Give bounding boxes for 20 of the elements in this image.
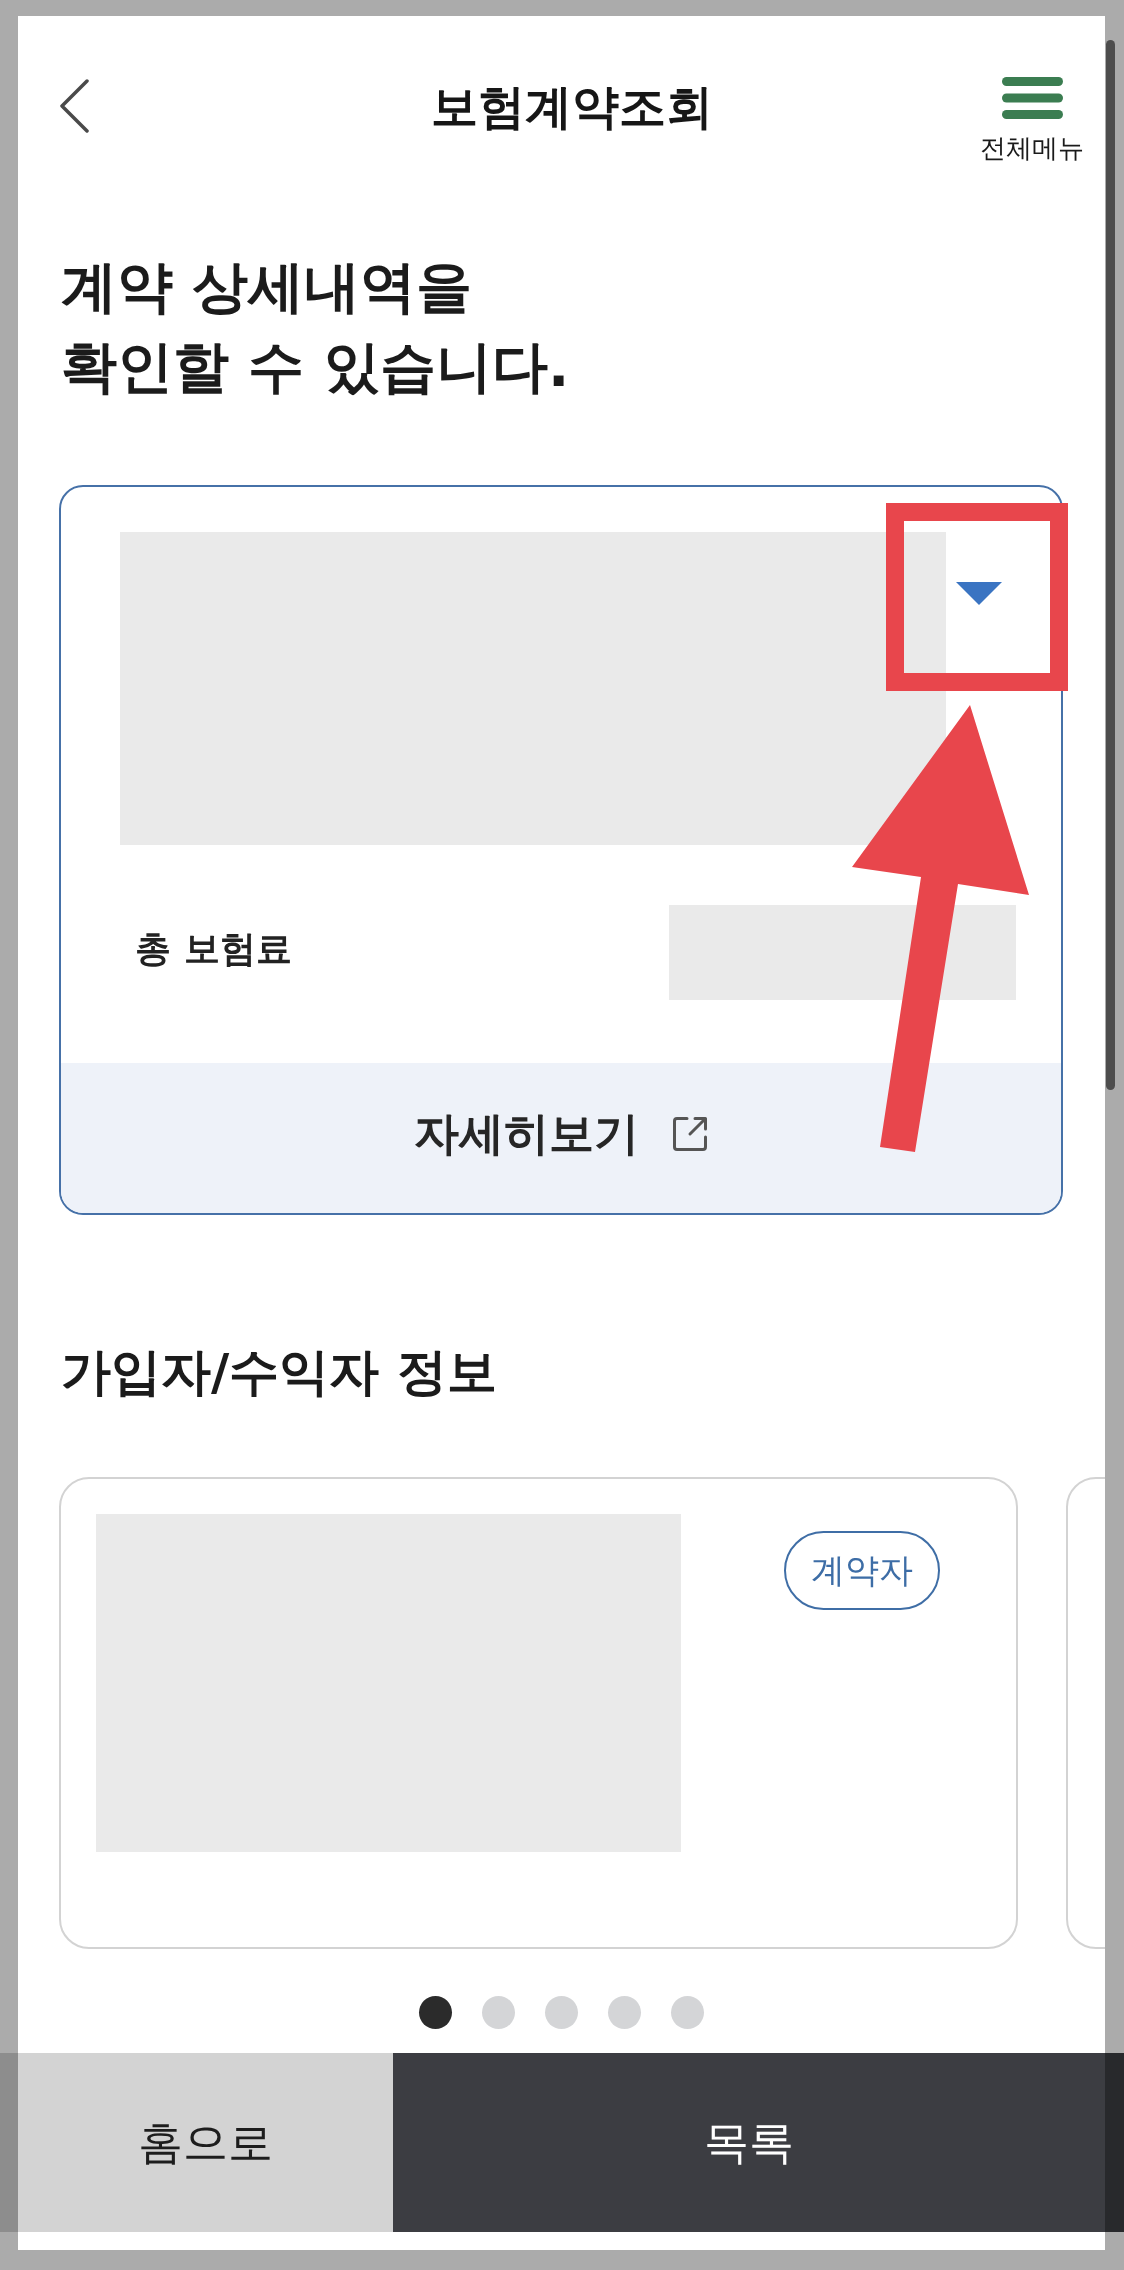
dropdown-caret-icon[interactable] [956, 582, 1002, 605]
page-dot[interactable] [482, 1996, 515, 2029]
page-dot[interactable] [608, 1996, 641, 2029]
menu-button[interactable]: 전체메뉴 [980, 77, 1084, 164]
party-card[interactable]: 계약자 [59, 1477, 1018, 1949]
page-heading: 계약 상세내역을 확인할 수 있습니다. [61, 253, 571, 401]
role-badge: 계약자 [784, 1531, 940, 1610]
external-link-icon [670, 1115, 709, 1153]
menu-icon [1001, 77, 1063, 119]
section-title: 가입자/수익자 정보 [61, 1342, 498, 1402]
page-dot[interactable] [419, 1996, 452, 2029]
page-dot[interactable] [671, 1996, 704, 2029]
details-button[interactable]: 자세히보기 [61, 1063, 1061, 1213]
home-button[interactable]: 홈으로 [0, 2053, 393, 2232]
back-icon[interactable] [59, 79, 89, 133]
scrollbar-thumb[interactable] [1106, 40, 1115, 1090]
page-dot[interactable] [545, 1996, 578, 2029]
list-button[interactable]: 목록 [393, 2053, 1124, 2232]
premium-label: 총 보험료 [135, 926, 292, 971]
page-title: 보험계약조회 [430, 78, 713, 136]
